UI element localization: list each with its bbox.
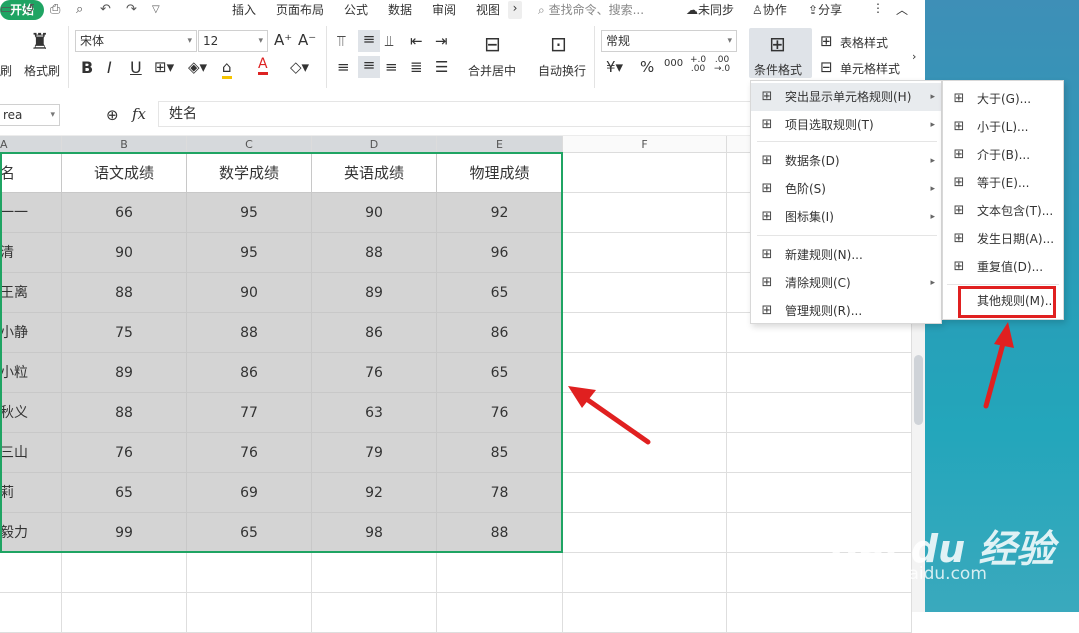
annotation-arrow-up	[983, 322, 1014, 409]
watermark-url: jingyan.baidu.com	[830, 564, 987, 584]
annotation-arrow-left	[568, 386, 651, 445]
